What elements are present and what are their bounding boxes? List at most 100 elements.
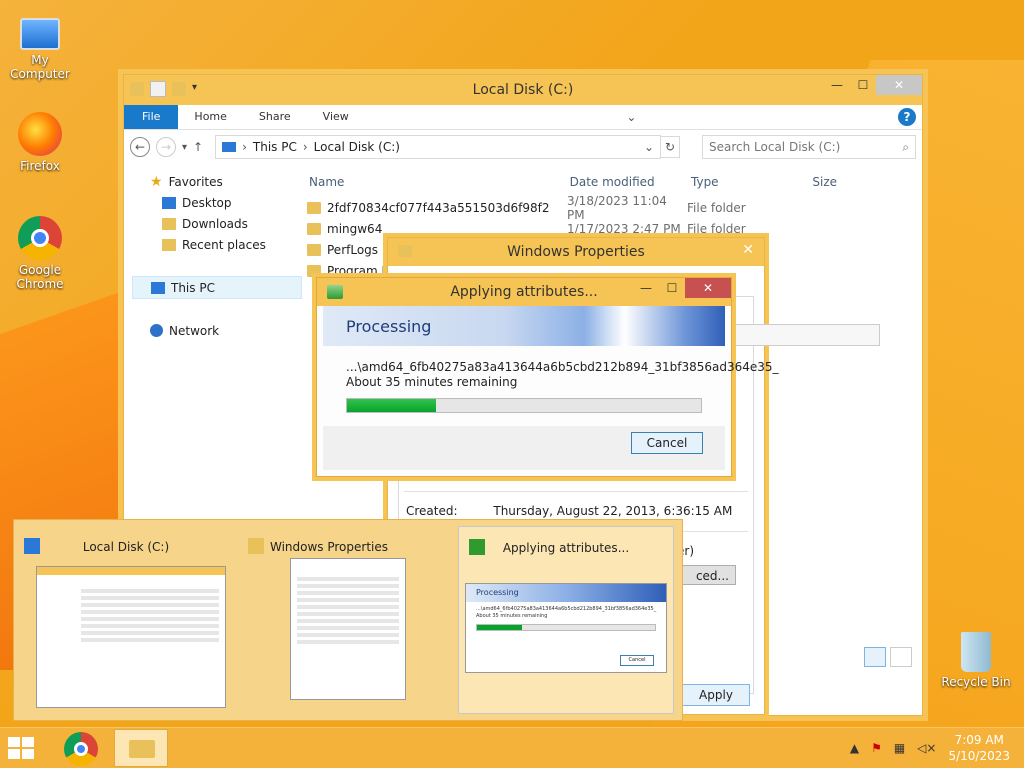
nav-recent-places[interactable]: Recent places — [132, 234, 292, 255]
desktop-icon-recycle-bin[interactable]: Recycle Bin — [936, 632, 1016, 689]
thumb-path: ...\amd64_6fb40275a83a413644a6b5cbd212b8… — [476, 606, 657, 612]
preview-label: Windows Properties — [269, 540, 389, 554]
thumb-titlebar — [37, 567, 225, 575]
file-type: File folder — [687, 200, 746, 215]
preview-windows-properties[interactable]: Windows Properties — [244, 526, 414, 712]
details-view-icon[interactable] — [864, 647, 886, 667]
minimize-button[interactable]: — — [824, 75, 850, 95]
back-button[interactable]: ← — [130, 137, 150, 157]
minimize-button[interactable]: — — [633, 278, 659, 298]
close-button[interactable]: ✕ — [742, 242, 754, 258]
column-name[interactable]: Name — [307, 171, 568, 193]
properties-titlebar[interactable]: Windows Properties ✕ — [388, 238, 764, 266]
breadcrumb-local-disk[interactable]: Local Disk (C:) — [314, 140, 400, 154]
tab-share[interactable]: Share — [243, 105, 307, 129]
close-button[interactable]: ✕ — [876, 75, 922, 95]
folder-icon — [307, 264, 321, 277]
ribbon-tabs: File Home Share View ⌄ ? — [124, 105, 922, 130]
start-button[interactable] — [8, 737, 36, 761]
taskbar-chrome[interactable] — [64, 732, 98, 766]
file-name: PerfLogs — [327, 242, 379, 257]
clock[interactable]: 7:09 AM 5/10/2023 — [948, 732, 1010, 764]
windows-logo-icon — [8, 737, 20, 747]
breadcrumb-separator-icon: › — [242, 140, 247, 154]
downloads-icon — [162, 217, 176, 230]
breadcrumb-this-pc[interactable]: This PC — [253, 140, 297, 154]
preview-local-disk[interactable]: Local Disk (C:) — [20, 526, 232, 712]
folder-icon — [307, 243, 321, 256]
time-remaining: About 35 minutes remaining — [346, 375, 518, 389]
address-dropdown-icon[interactable]: ⌄ — [644, 140, 654, 154]
dialog-footer: Cancel — [323, 426, 725, 470]
system-tray: ▲ ⚑ ▦ ◁× 7:09 AM 5/10/2023 — [850, 728, 1010, 768]
nav-this-pc[interactable]: This PC — [132, 276, 302, 299]
nav-favorites[interactable]: ★ Favorites — [132, 171, 292, 192]
nav-network[interactable]: Network — [132, 320, 292, 341]
tab-home[interactable]: Home — [178, 105, 242, 129]
explorer-titlebar[interactable]: ▾ Local Disk (C:) — ☐ ✕ — [124, 75, 922, 105]
preview-label: Local Disk (C:) — [82, 540, 170, 554]
created-value: Thursday, August 22, 2013, 6:36:15 AM — [493, 504, 733, 518]
close-button[interactable]: ✕ — [685, 278, 731, 298]
desktop-icon-chrome[interactable]: Google Chrome — [0, 216, 80, 291]
nav-label: Recent places — [182, 237, 266, 252]
recent-locations-icon[interactable]: ▾ — [182, 142, 187, 153]
up-button[interactable]: ↑ — [193, 140, 203, 154]
large-icons-view-icon[interactable] — [890, 647, 912, 667]
network-status-icon[interactable]: ▦ — [894, 741, 905, 755]
apply-button[interactable]: Apply — [682, 684, 750, 706]
maximize-button[interactable]: ☐ — [659, 278, 685, 298]
desktop-icon — [162, 196, 176, 209]
nav-label: This PC — [171, 280, 215, 295]
nav-desktop[interactable]: Desktop — [132, 192, 292, 213]
tab-file[interactable]: File — [124, 105, 179, 129]
column-date-modified[interactable]: Date modified — [568, 171, 689, 193]
divider — [404, 491, 748, 492]
maximize-button[interactable]: ☐ — [850, 75, 876, 95]
thumb-cancel: Cancel — [620, 655, 654, 666]
column-size[interactable]: Size — [810, 171, 882, 193]
file-type: File folder — [687, 221, 746, 236]
refresh-button[interactable]: ↻ — [660, 136, 680, 158]
address-bar[interactable]: › This PC › Local Disk (C:) ⌄ — [215, 135, 661, 159]
nav-label: Downloads — [182, 216, 248, 231]
nav-label: Network — [169, 323, 220, 338]
desktop-icon-firefox[interactable]: Firefox — [0, 112, 80, 173]
taskbar-explorer[interactable] — [114, 729, 168, 767]
folder-icon — [307, 201, 321, 214]
desktop-icon-label: Firefox — [20, 159, 60, 173]
progress-bar — [346, 398, 702, 413]
desktop-icon-label: Google Chrome — [16, 263, 64, 291]
recycle-bin-icon — [961, 632, 991, 672]
column-type[interactable]: Type — [689, 171, 810, 193]
help-icon[interactable]: ? — [897, 108, 916, 126]
forward-button[interactable]: → — [156, 137, 176, 157]
taskbar-preview-strip: Local Disk (C:) Windows Properties Apply… — [13, 519, 683, 721]
file-row[interactable]: 2fdf70834cf077f443a551503d6f98f2 3/18/20… — [307, 194, 882, 222]
taskbar: ▲ ⚑ ▦ ◁× 7:09 AM 5/10/2023 — [0, 727, 1024, 768]
current-file-path: ...\amd64_6fb40275a83a413644a6b5cbd212b8… — [346, 360, 779, 374]
thumb-banner: Processing — [466, 584, 666, 602]
banner-title: Processing — [346, 317, 432, 336]
file-row[interactable]: mingw64 1/17/2023 2:47 PM File folder — [307, 218, 882, 239]
search-input[interactable]: Search Local Disk (C:) ⌕ — [702, 135, 916, 159]
applying-titlebar[interactable]: Applying attributes... — ☐ ✕ — [317, 278, 731, 306]
progress-fill — [347, 399, 436, 412]
expand-ribbon-icon[interactable]: ⌄ — [621, 105, 641, 129]
preview-applying-attributes[interactable]: Applying attributes... Processing ...\am… — [458, 526, 674, 714]
computer-icon — [20, 18, 60, 50]
firefox-icon — [18, 112, 62, 156]
volume-muted-icon[interactable]: ◁× — [917, 741, 936, 755]
folder-icon — [307, 222, 321, 235]
preview-thumbnail — [36, 566, 226, 708]
action-center-icon[interactable]: ⚑ — [871, 741, 882, 755]
desktop-icon-my-computer[interactable]: My Computer — [0, 12, 80, 81]
preview-thumbnail — [290, 558, 406, 700]
show-hidden-icons[interactable]: ▲ — [850, 741, 859, 755]
nav-downloads[interactable]: Downloads — [132, 213, 292, 234]
file-name: mingw64 — [327, 221, 383, 236]
window-title: Local Disk (C:) — [472, 82, 574, 98]
chrome-icon — [18, 216, 62, 260]
tab-view[interactable]: View — [307, 105, 365, 129]
cancel-button[interactable]: Cancel — [631, 432, 703, 454]
